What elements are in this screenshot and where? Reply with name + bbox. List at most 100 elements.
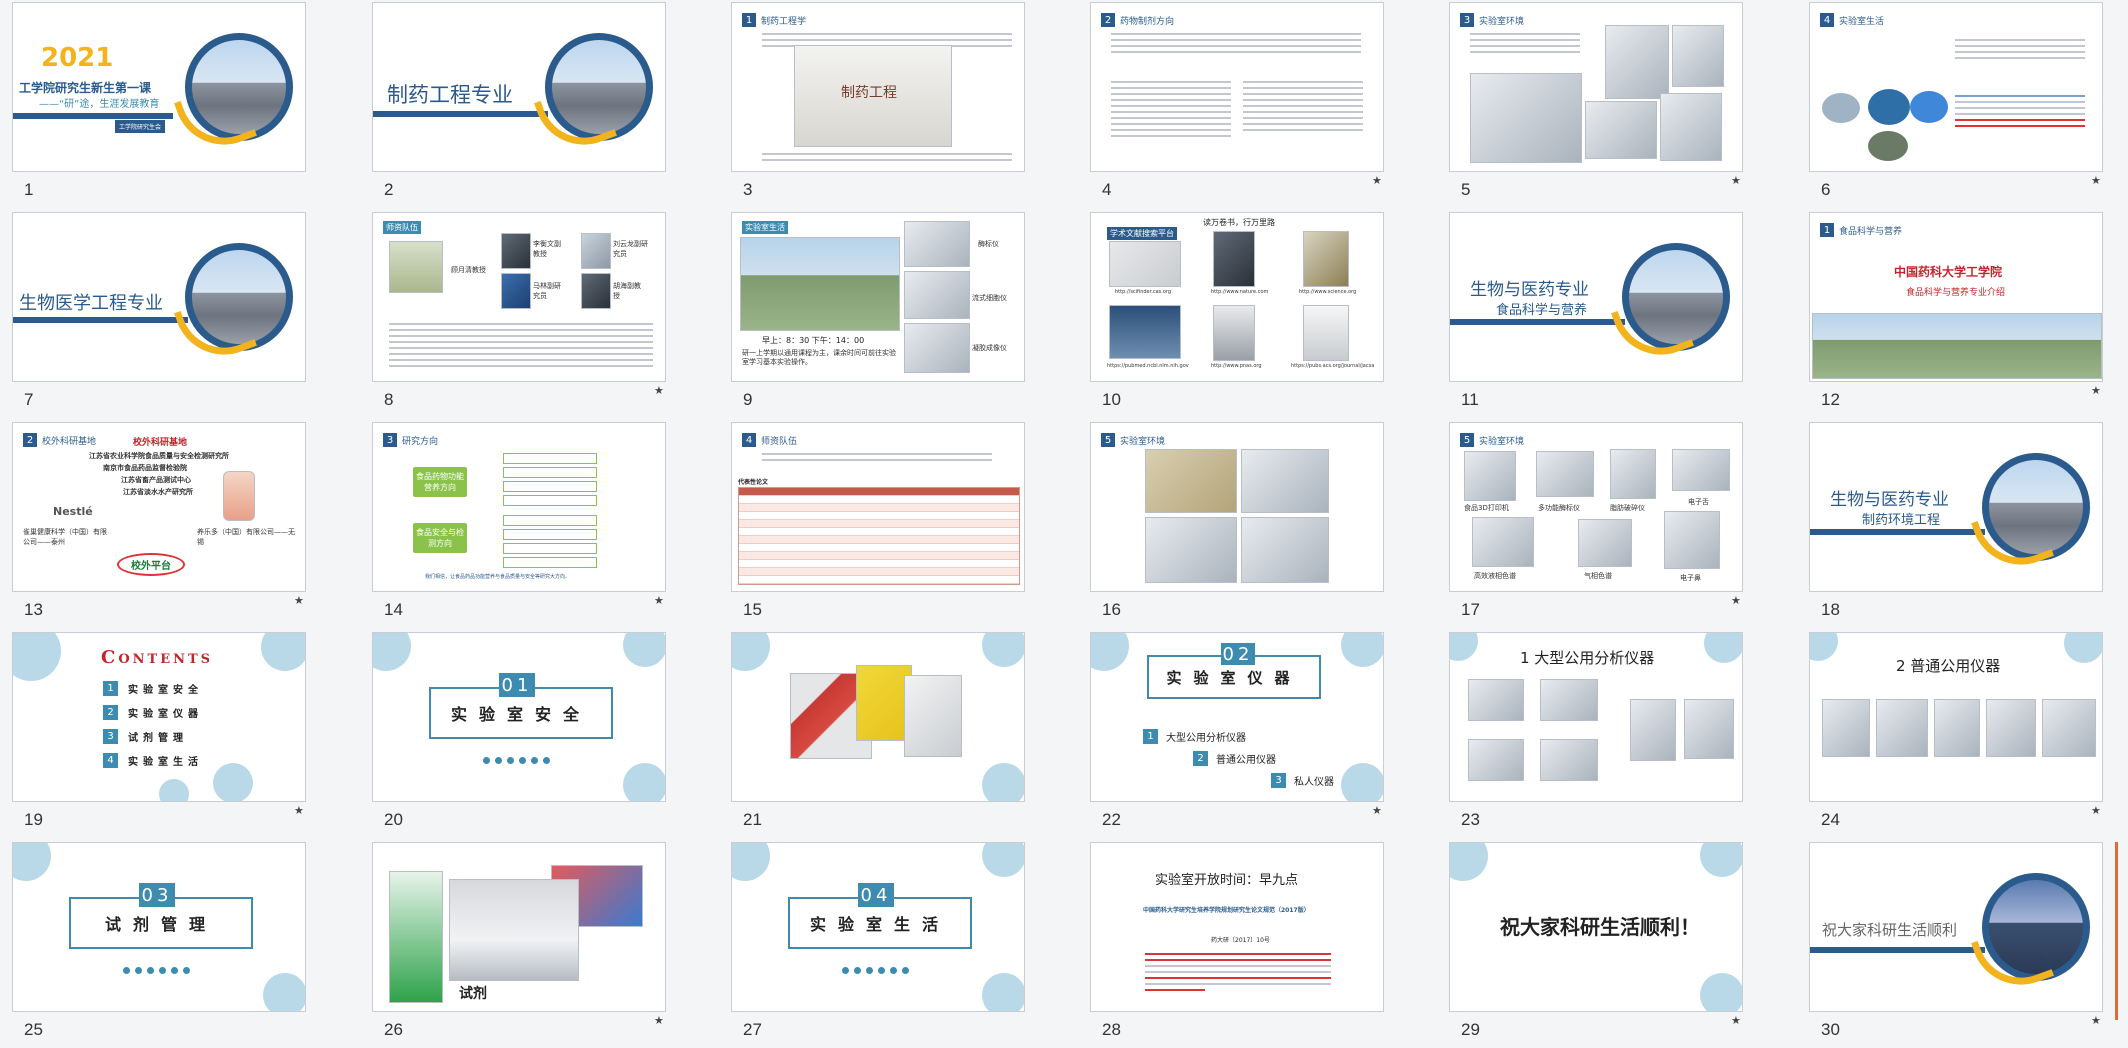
slide-thumbnail-7[interactable]: 生物医学工程专业 7 <box>12 212 308 412</box>
slide-number: 11 <box>1461 390 1479 409</box>
person-name: 马林副研究员 <box>533 282 561 300</box>
section-item[interactable]: 大型公用分析仪器 <box>1166 729 1246 744</box>
campus-photo <box>740 237 900 331</box>
slide-thumbnail-2[interactable]: 制药工程专业 2 <box>372 2 668 202</box>
slide-title: 2 普通公用仪器 <box>1896 657 2001 675</box>
link-text[interactable]: http://www.science.org <box>1299 289 1356 295</box>
slide-thumbnail-24[interactable]: 2 普通公用仪器 24 ★ <box>1809 632 2105 832</box>
slide-body <box>731 632 1025 802</box>
slide-number: 19 <box>24 810 43 829</box>
slide-thumbnail-13[interactable]: 2 校外科研基地 校外科研基地 江苏省农业科学院食品质量与安全检测研究所 南京市食… <box>12 422 308 622</box>
base-item: 南京市食品药品监督检验院 <box>103 464 187 472</box>
slide-thumbnail-11[interactable]: 生物与医药专业 食品科学与营养 11 <box>1449 212 1745 412</box>
slide-thumbnail-9[interactable]: 实验室生活 早上：8：30 下午：14：00 研一上学期以通用课程为主，课余时间… <box>731 212 1027 412</box>
lab-note: 研一上学期以通用课程为主，课余时间可前往实验室学习基本实验操作。 <box>742 349 896 366</box>
slide-thumbnail-17[interactable]: 5 实验室环境 食品3D打印机 多功能酶标仪 脂肪破碎仪 电子舌 高效液相色谱 气… <box>1449 422 1745 622</box>
transition-icon: ★ <box>1372 804 1382 817</box>
contents-item[interactable]: 实验室仪器 <box>128 705 203 720</box>
slide-thumbnail-20[interactable]: 实验室安全 01 20 <box>372 632 668 832</box>
slide-thumbnail-3[interactable]: 1 制药工程学 制药工程 3 <box>731 2 1027 202</box>
slide-thumbnail-15[interactable]: 4 师资队伍 代表性论文 15 <box>731 422 1027 622</box>
building-photo <box>185 33 293 141</box>
partner-company: 雀巢健康科学（中国）有限公司——泰州 <box>23 528 107 546</box>
section-title: 实验室生活 <box>809 915 950 934</box>
slide-thumbnail-10[interactable]: 学术文献搜索平台 读万卷书，行万里路 http://scifinder.cas.… <box>1090 212 1386 412</box>
slide-thumbnail-8[interactable]: 师资队伍 顾月清教授 李衡文副教授 刘云龙副研究员 马林副研究员 胡海副教授 8… <box>372 212 668 412</box>
instrument-photo <box>1664 511 1720 569</box>
slide-number: 29 <box>1461 1020 1480 1039</box>
slide-section: 实验室生活 04 <box>731 842 1025 1012</box>
instrument-photo <box>1610 449 1656 499</box>
slide-thumbnail-1[interactable]: 2021 工学院研究生新生第一课 ——“研”途，生涯发展教育 工学院研究生会 1 <box>12 2 308 202</box>
slide-thumbnail-25[interactable]: 试剂管理 03 25 <box>12 842 308 1042</box>
slide-thumbnail-5[interactable]: 3 实验室环境 5 ★ <box>1449 2 1745 202</box>
base-item: 江苏省农业科学院食品质量与安全检测研究所 <box>89 452 229 460</box>
slide-number: 23 <box>1461 810 1480 829</box>
slide-thumbnail-18[interactable]: 生物与医药专业 制药环境工程 18 <box>1809 422 2105 622</box>
slide-thumbnail-30[interactable]: 祝大家科研生活顺利 30 ★ <box>1809 842 2105 1042</box>
instrument-photo <box>1876 699 1928 757</box>
link-text[interactable]: https://pubmed.ncbi.nlm.nih.gov <box>1107 363 1189 369</box>
portrait-photo <box>501 273 531 309</box>
instrument-label: 食品3D打印机 <box>1464 504 1509 512</box>
section-item[interactable]: 私人仪器 <box>1294 773 1334 788</box>
slide-thumbnail-26[interactable]: 试剂 26 ★ <box>372 842 668 1042</box>
slide-thumbnail-27[interactable]: 实验室生活 04 27 <box>731 842 1027 1042</box>
link-text[interactable]: http://scifinder.cas.org <box>1115 289 1171 295</box>
scrollbar[interactable] <box>2115 842 2118 1020</box>
section-title: 试剂管理 <box>104 915 217 934</box>
cover-line <box>1810 947 1985 953</box>
slide-number: 30 <box>1821 1020 1840 1039</box>
slide-number: 27 <box>743 1020 762 1039</box>
slide-number: 16 <box>1102 600 1121 619</box>
slide-title: 制药工程专业 <box>387 83 513 107</box>
section-item[interactable]: 普通公用仪器 <box>1216 751 1276 766</box>
building-photo <box>545 33 653 141</box>
slide-thumbnail-14[interactable]: 3 研究方向 食品药物功能营养方向 食品安全与检测方向 我们相信，让食品药品功能营… <box>372 422 668 622</box>
slide-thumbnail-6[interactable]: 4 实验室生活 6 ★ <box>1809 2 2105 202</box>
link-text[interactable]: http://www.nature.com <box>1211 289 1268 295</box>
slide-thumbnail-4[interactable]: 2 药物制剂方向 4 ★ <box>1090 2 1386 202</box>
slide-number: 21 <box>743 810 762 829</box>
cover-line <box>1450 319 1625 325</box>
slide-thumbnail-16[interactable]: 5 实验室环境 16 <box>1090 422 1386 622</box>
contents-item[interactable]: 实验室生活 <box>128 753 203 768</box>
link-text[interactable]: http://www.pnas.org <box>1211 363 1262 369</box>
slide-number: 14 <box>384 600 403 619</box>
slide-header: 师资队伍 <box>383 221 421 234</box>
instrument-photo <box>1672 449 1730 491</box>
closing-title: 祝大家科研生活顺利！ <box>1500 915 1700 939</box>
transition-icon: ★ <box>654 594 664 607</box>
base-item: 江苏省畜产品测试中心 <box>121 476 191 484</box>
item-number: 2 <box>1193 751 1208 766</box>
slide-body: 1 大型公用分析仪器 <box>1449 632 1743 802</box>
instrument-photo <box>1464 451 1516 501</box>
slide-number: 6 <box>1821 180 1831 199</box>
slide-number: 1 <box>24 180 34 199</box>
slide-body: 4 实验室生活 <box>1809 2 2103 172</box>
link-text[interactable]: https://pubs.acs.org/journal/jacsa <box>1291 363 1374 369</box>
contents-item[interactable]: 试剂管理 <box>128 729 188 744</box>
app-screenshot <box>389 871 443 1003</box>
direction-box: 食品药物功能营养方向 <box>413 467 467 497</box>
slide-number: 13 <box>24 600 43 619</box>
slide-thumbnail-23[interactable]: 1 大型公用分析仪器 23 <box>1449 632 1745 832</box>
nestle-logo: Nestlé <box>53 505 93 518</box>
instrument-photo <box>1605 25 1669 99</box>
slide-thumbnail-22[interactable]: 实验室仪器 02 1 大型公用分析仪器 2 普通公用仪器 3 私人仪器 22 ★ <box>1090 632 1386 832</box>
safety-cabinet-photo <box>904 675 962 757</box>
slide-body: 2 药物制剂方向 <box>1090 2 1384 172</box>
transition-icon: ★ <box>294 804 304 817</box>
slide-thumbnail-28[interactable]: 实验室开放时间：早九点 中国药科大学研究生培养学院规划研究生论文规范（2017版… <box>1090 842 1386 1042</box>
slide-thumbnail-19[interactable]: Contents 1 实验室安全 2 实验室仪器 3 试剂管理 4 实验室生活 19 ★ <box>12 632 308 832</box>
slide-subtitle: 食品科学与营养 <box>1496 303 1588 318</box>
slide-thumbnail-21[interactable]: 21 <box>731 632 1027 832</box>
lab-photo <box>1145 517 1237 583</box>
slide-body: Contents 1 实验室安全 2 实验室仪器 3 试剂管理 4 实验室生活 <box>12 632 306 802</box>
instrument-label: 电子舌 <box>1688 498 1709 506</box>
slide-thumbnail-12[interactable]: 1 食品科学与营养 中国药科大学工学院 食品科学与营养专业介绍 12 ★ <box>1809 212 2105 412</box>
instrument-label: 多功能酶标仪 <box>1538 504 1580 512</box>
slide-thumbnail-29[interactable]: 祝大家科研生活顺利！ 29 ★ <box>1449 842 1745 1042</box>
portrait-photo <box>389 241 443 293</box>
contents-item[interactable]: 实验室安全 <box>128 681 203 696</box>
